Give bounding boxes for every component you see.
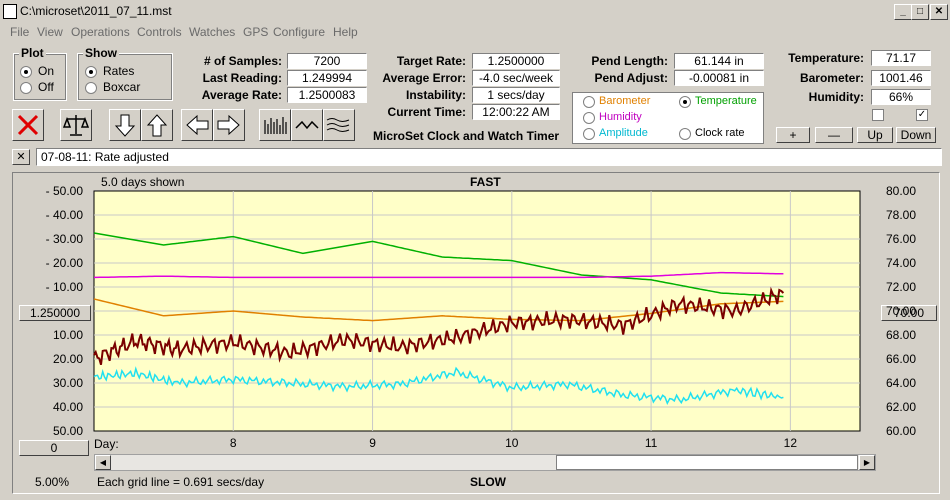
right-tick-label: 62.00	[886, 400, 916, 414]
x-tick-label: 9	[369, 436, 376, 450]
left-tick-label: 50.00	[53, 424, 83, 438]
left-tick-label: 30.00	[53, 376, 83, 390]
left-tick-label: - 40.00	[46, 208, 84, 222]
x-tick-label: 12	[784, 436, 798, 450]
right-tick-label: 76.00	[886, 232, 916, 246]
x-tick-label: 11	[645, 436, 658, 450]
left-tick-label: 40.00	[53, 400, 83, 414]
x-tick-label: 10	[505, 436, 519, 450]
x-tick-label: 8	[230, 436, 237, 450]
right-tick-label: 70.00	[886, 304, 916, 318]
left-tick-label: 10.00	[53, 328, 83, 342]
left-tick-label: 20.00	[53, 352, 83, 366]
left-tick-label: - 30.00	[46, 232, 84, 246]
right-tick-label: 80.00	[886, 184, 916, 198]
left-tick-label: - 50.00	[46, 184, 84, 198]
left-tick-label: - 10.00	[46, 280, 84, 294]
right-tick-label: 66.00	[886, 352, 916, 366]
right-tick-label: 74.00	[886, 256, 916, 270]
right-tick-label: 60.00	[886, 424, 916, 438]
right-tick-label: 72.00	[886, 280, 916, 294]
right-tick-label: 78.00	[886, 208, 916, 222]
right-tick-label: 68.00	[886, 328, 916, 342]
right-tick-label: 64.00	[886, 376, 916, 390]
chart-svg: 8 9 10 11 12 80.00 78.00 76.00 74.00 72.00 70.00 68…	[46, 184, 917, 450]
left-tick-label: - 20.00	[46, 256, 84, 270]
